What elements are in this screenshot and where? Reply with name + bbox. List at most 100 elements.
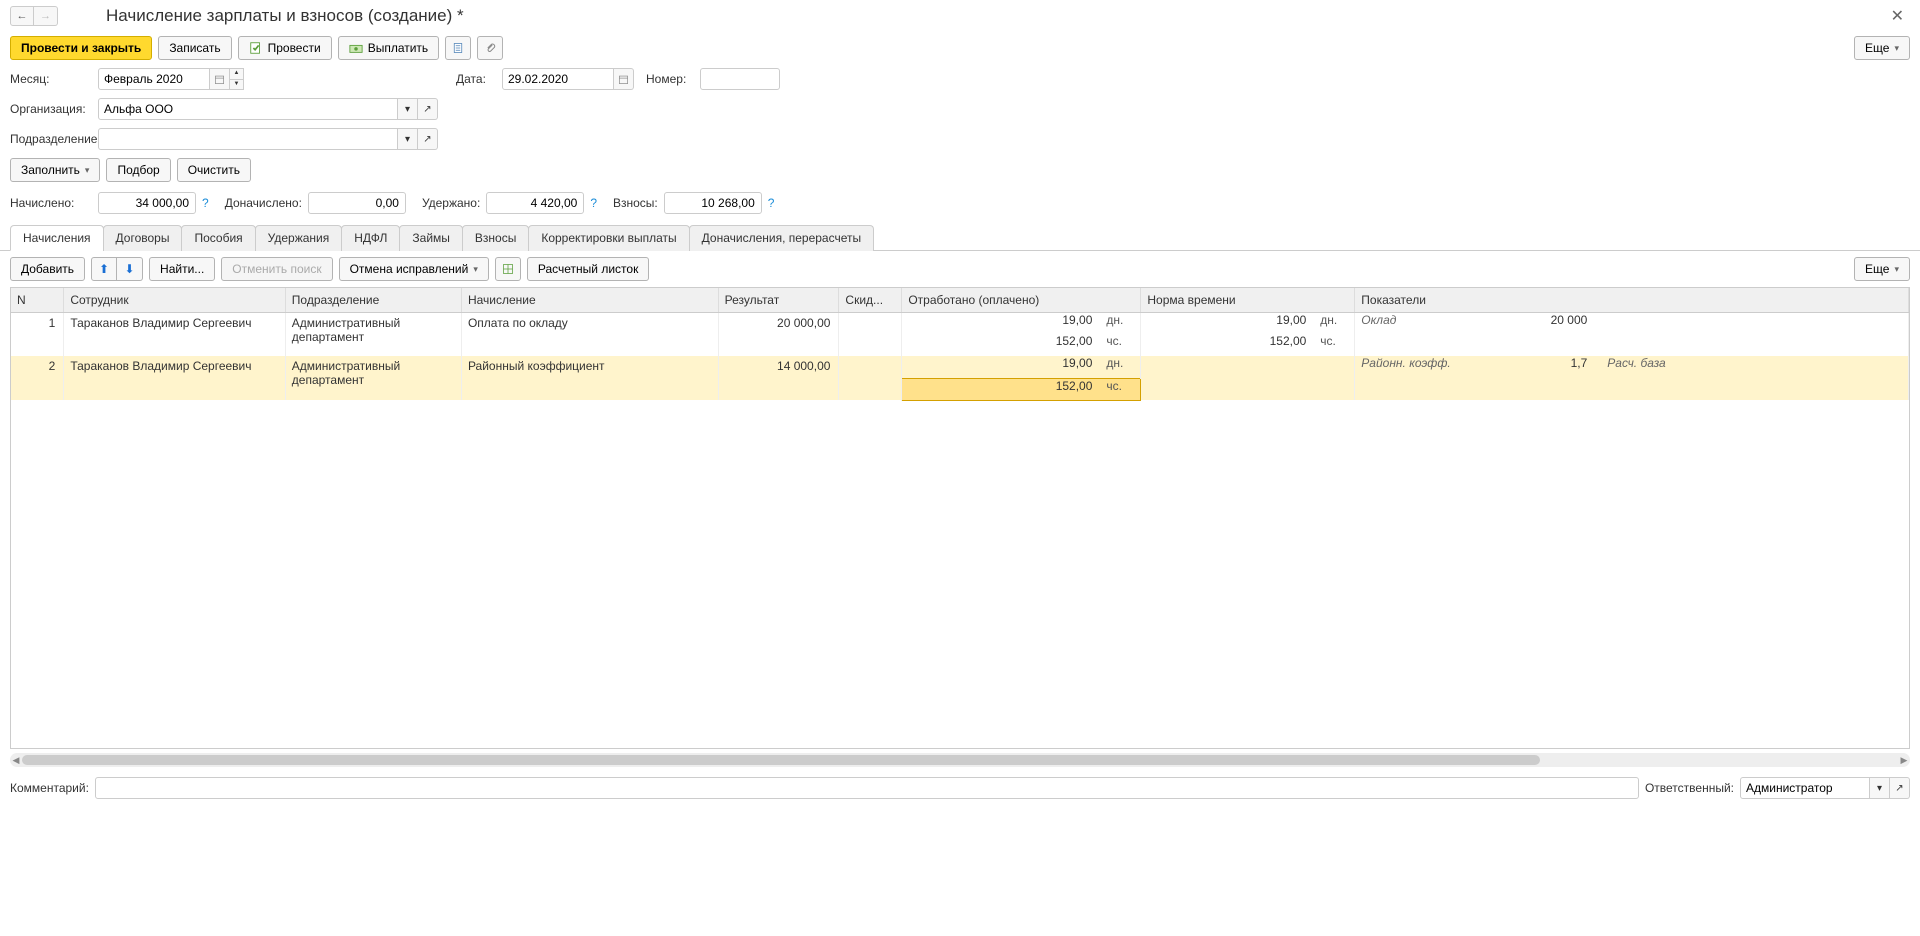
col-accrual[interactable]: Начисление	[461, 288, 718, 312]
cell-ind-name: Оклад	[1355, 313, 1495, 327]
cancel-fix-button[interactable]: Отмена исправлений	[339, 257, 489, 281]
post-and-close-button[interactable]: Провести и закрыть	[10, 36, 152, 60]
tabs: Начисления Договоры Пособия Удержания НД…	[0, 224, 1920, 251]
cell-ind2-name: Расч. база	[1595, 356, 1695, 370]
org-dropdown-icon[interactable]: ▾	[398, 98, 418, 120]
month-up-button[interactable]: ▲	[230, 69, 243, 80]
cell-worked-days: 19,00	[902, 313, 1100, 327]
accrued-input[interactable]	[98, 192, 196, 214]
scroll-thumb[interactable]	[22, 755, 1540, 765]
tab-benefits[interactable]: Пособия	[181, 225, 255, 251]
post-label: Провести	[268, 41, 321, 55]
withheld-input[interactable]	[486, 192, 584, 214]
tab-corrections[interactable]: Корректировки выплаты	[528, 225, 689, 251]
scroll-right-icon[interactable]: ▶	[1898, 753, 1910, 767]
dept-open-icon[interactable]: ↗	[418, 128, 438, 150]
col-result[interactable]: Результат	[718, 288, 839, 312]
dept-dropdown-icon[interactable]: ▾	[398, 128, 418, 150]
save-button[interactable]: Записать	[158, 36, 231, 60]
responsible-input[interactable]	[1740, 777, 1870, 799]
page-title: Начисление зарплаты и взносов (создание)…	[106, 6, 464, 26]
col-indicators[interactable]: Показатели	[1355, 288, 1909, 312]
cell-discount	[839, 312, 902, 334]
col-employee[interactable]: Сотрудник	[64, 288, 285, 312]
accrued-label: Начислено:	[10, 196, 92, 210]
cell-norm-hours: 152,00	[1141, 334, 1314, 348]
cell-discount	[839, 356, 902, 378]
cell-ind-val: 1,7	[1495, 356, 1595, 370]
fill-button[interactable]: Заполнить	[10, 158, 100, 182]
comment-input[interactable]	[95, 777, 1639, 799]
attach-button[interactable]	[477, 36, 503, 60]
cell-worked-hours-unit: чс.	[1100, 334, 1140, 348]
col-discount[interactable]: Скид...	[839, 288, 902, 312]
pay-button[interactable]: Выплатить	[338, 36, 440, 60]
clear-button[interactable]: Очистить	[177, 158, 251, 182]
move-down-button[interactable]: ⬇	[117, 257, 143, 281]
extra-label: Доначислено:	[225, 196, 302, 210]
cell-accrual: Районный коэффициент	[461, 356, 718, 378]
month-down-button[interactable]: ▼	[230, 80, 243, 90]
close-icon[interactable]: ✕	[1885, 6, 1910, 26]
table-row[interactable]: 2 Тараканов Владимир Сергеевич Администр…	[11, 356, 1909, 378]
scroll-left-icon[interactable]: ◀	[10, 753, 22, 767]
contrib-input[interactable]	[664, 192, 762, 214]
cell-n: 1	[11, 312, 64, 334]
add-row-button[interactable]: Добавить	[10, 257, 85, 281]
number-input[interactable]	[700, 68, 780, 90]
cell-worked-hours-unit: чс.	[1100, 379, 1140, 393]
responsible-open-icon[interactable]: ↗	[1890, 777, 1910, 799]
tab-contracts[interactable]: Договоры	[103, 225, 183, 251]
sub-more-button[interactable]: Еще	[1854, 257, 1910, 281]
help-icon-3[interactable]: ?	[768, 196, 775, 210]
cell-norm-days: 19,00	[1141, 313, 1314, 327]
responsible-label: Ответственный:	[1645, 781, 1734, 795]
org-open-icon[interactable]: ↗	[418, 98, 438, 120]
tab-withholdings[interactable]: Удержания	[255, 225, 343, 251]
cell-employee: Тараканов Владимир Сергеевич	[64, 356, 285, 378]
horizontal-scrollbar[interactable]: ◀ ▶	[10, 753, 1910, 767]
tab-loans[interactable]: Займы	[399, 225, 463, 251]
cell-worked-days-unit: дн.	[1100, 313, 1140, 327]
cell-department: Административный департамент	[285, 312, 461, 356]
extra-input[interactable]	[308, 192, 406, 214]
withheld-label: Удержано:	[422, 196, 480, 210]
date-calendar-icon[interactable]	[614, 68, 634, 90]
col-norm[interactable]: Норма времени	[1141, 288, 1355, 312]
help-icon-2[interactable]: ?	[590, 196, 597, 210]
more-button[interactable]: Еще	[1854, 36, 1910, 60]
tab-extra-accruals[interactable]: Доначисления, перерасчеты	[689, 225, 874, 251]
col-n[interactable]: N	[11, 288, 64, 312]
tab-contributions[interactable]: Взносы	[462, 225, 529, 251]
org-input[interactable]	[98, 98, 398, 120]
responsible-dropdown-icon[interactable]: ▾	[1870, 777, 1890, 799]
pick-button[interactable]: Подбор	[106, 158, 170, 182]
tab-ndfl[interactable]: НДФЛ	[341, 225, 400, 251]
payslip-button[interactable]: Расчетный листок	[527, 257, 649, 281]
money-icon	[349, 41, 363, 55]
help-icon[interactable]: ?	[202, 196, 209, 210]
grid-icon	[502, 262, 514, 276]
pay-label: Выплатить	[368, 41, 429, 55]
report-button[interactable]	[445, 36, 471, 60]
number-label: Номер:	[646, 72, 694, 86]
month-label: Месяц:	[10, 72, 92, 86]
table-row[interactable]: 1 Тараканов Владимир Сергеевич Администр…	[11, 312, 1909, 334]
tab-accruals[interactable]: Начисления	[10, 225, 104, 251]
find-button[interactable]: Найти...	[149, 257, 215, 281]
move-up-button[interactable]: ⬆	[91, 257, 117, 281]
month-input[interactable]	[98, 68, 210, 90]
contrib-label: Взносы:	[613, 196, 658, 210]
cell-norm-hours-unit: чс.	[1314, 334, 1354, 348]
nav-forward-button[interactable]: →	[34, 6, 58, 26]
col-worked[interactable]: Отработано (оплачено)	[902, 288, 1141, 312]
dept-input[interactable]	[98, 128, 398, 150]
cell-worked-hours[interactable]: 152,00	[902, 379, 1100, 393]
nav-back-button[interactable]: ←	[10, 6, 34, 26]
date-input[interactable]	[502, 68, 614, 90]
post-button[interactable]: Провести	[238, 36, 332, 60]
view-mode-button[interactable]	[495, 257, 521, 281]
col-department[interactable]: Подразделение	[285, 288, 461, 312]
accruals-table[interactable]: N Сотрудник Подразделение Начисление Рез…	[10, 287, 1910, 749]
calendar-icon[interactable]	[210, 68, 230, 90]
